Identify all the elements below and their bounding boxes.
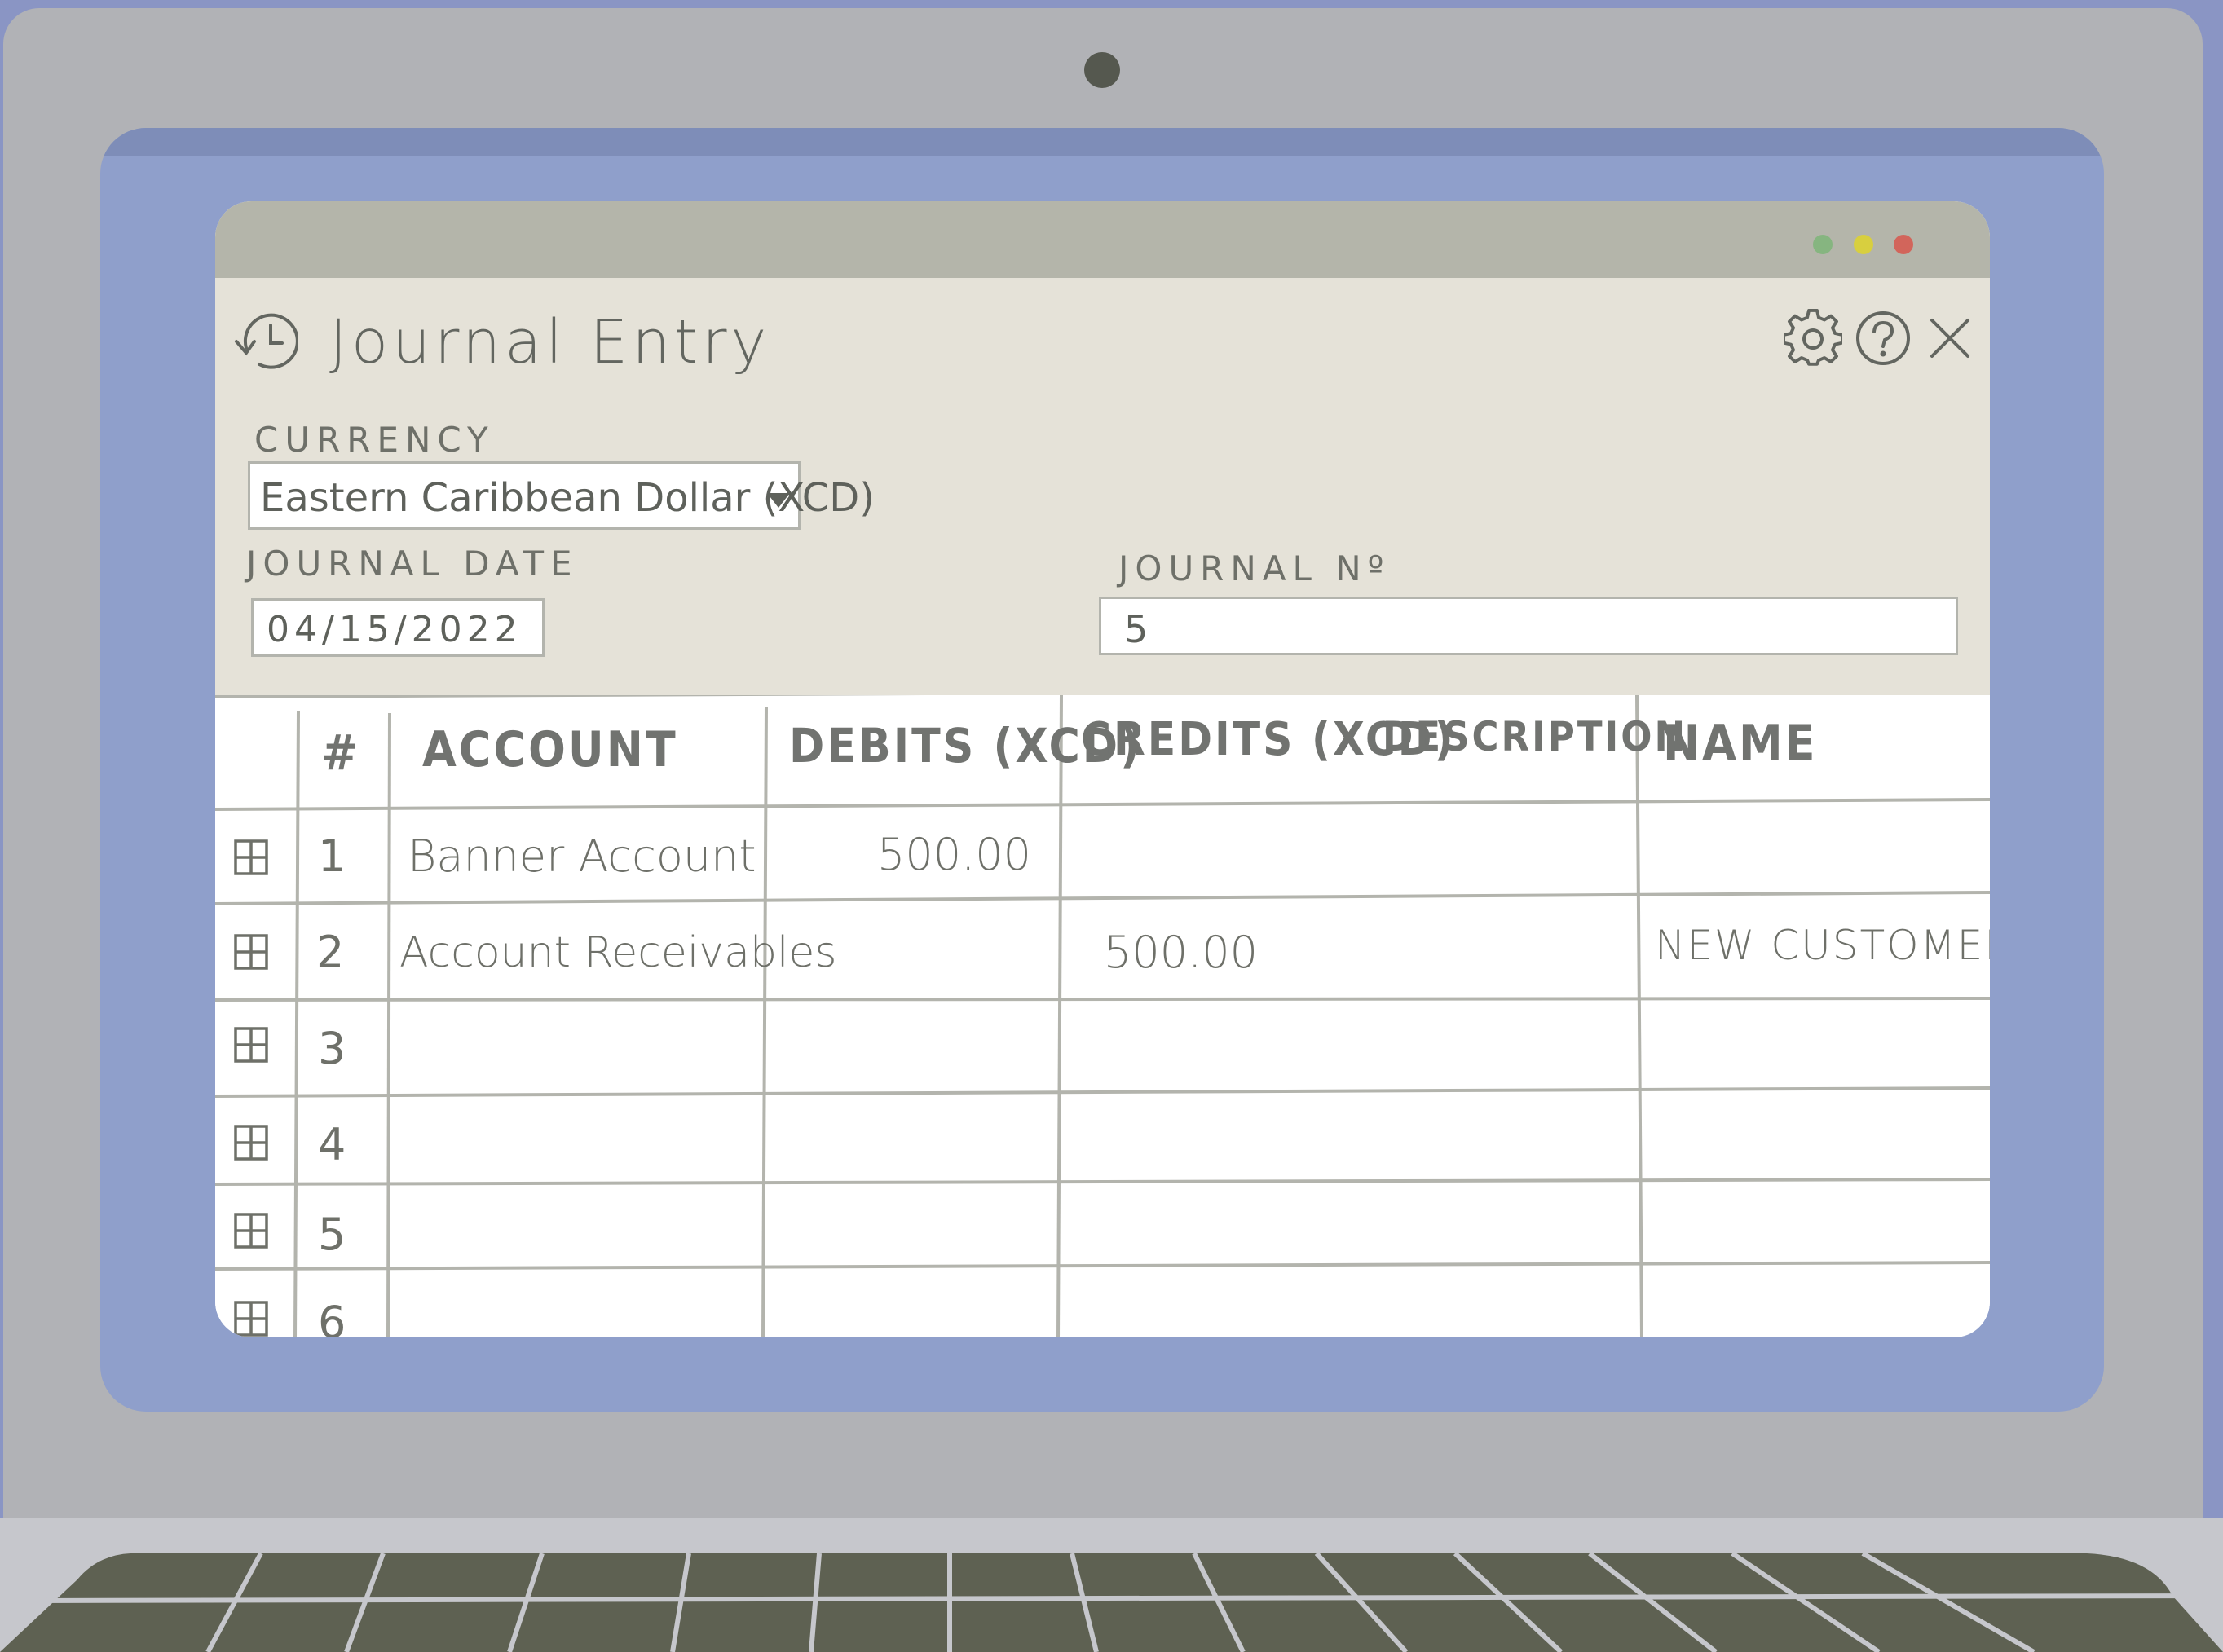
close-icon[interactable] [1921, 309, 1979, 368]
gear-icon[interactable] [1784, 309, 1842, 368]
row-number: 6 [318, 1297, 346, 1337]
window-titlebar[interactable] [215, 201, 1990, 278]
maximize-button[interactable] [1813, 235, 1833, 254]
minimize-button[interactable] [1854, 235, 1873, 254]
journal-number-label: JOURNAL Nº [1118, 548, 1391, 588]
name-cell[interactable]: NEW CUSTOMER [1655, 922, 1990, 969]
debit-cell[interactable]: 500.00 [877, 829, 1031, 880]
credit-cell[interactable]: 500.00 [1104, 927, 1258, 978]
keyboard [0, 1551, 2223, 1652]
journal-date-input[interactable]: 04/15/2022 [251, 598, 545, 657]
journal-lines-table: # ACCOUNT DEBITS (XCD) CREDITS (XCD) DES… [215, 695, 1990, 1337]
column-header-number[interactable]: # [321, 725, 360, 782]
window-close-button[interactable] [1894, 235, 1913, 254]
chevron-down-icon[interactable] [767, 493, 790, 508]
currency-select[interactable]: Eastern Caribbean Dollar (XCD) [248, 461, 875, 530]
account-cell[interactable]: Banner Account [408, 830, 756, 882]
grid-icon[interactable] [233, 1298, 269, 1337]
page-title: Journal Entry [329, 307, 771, 377]
column-header-name[interactable]: NAME [1663, 715, 1818, 772]
row-number: 4 [318, 1119, 346, 1170]
row-number: 5 [318, 1209, 346, 1260]
journal-header-panel: Journal Entry CURRENCY Eastern Caribbean… [215, 278, 1990, 695]
history-icon[interactable] [230, 311, 298, 372]
grid-icon[interactable] [233, 1122, 269, 1163]
row-number: 2 [316, 927, 345, 978]
journal-number-input[interactable]: 5 [1099, 597, 1958, 655]
column-header-account[interactable]: ACCOUNT [422, 721, 678, 778]
table-gridlines [215, 695, 1990, 1337]
grid-icon[interactable] [233, 1024, 269, 1065]
grid-icon[interactable] [233, 837, 269, 878]
journal-date-label: JOURNAL DATE [246, 544, 579, 584]
account-cell[interactable]: Account Receivables [399, 928, 836, 977]
currency-label: CURRENCY [254, 420, 495, 460]
webcam [1084, 52, 1120, 88]
row-number: 1 [318, 830, 346, 882]
row-number: 3 [318, 1023, 346, 1074]
grid-icon[interactable] [233, 1210, 269, 1251]
journal-entry-window: Journal Entry CURRENCY Eastern Caribbean… [215, 201, 1990, 1337]
column-header-description[interactable]: DESCRIPTION [1383, 713, 1687, 760]
grid-icon[interactable] [233, 932, 269, 972]
help-icon[interactable] [1854, 309, 1912, 368]
